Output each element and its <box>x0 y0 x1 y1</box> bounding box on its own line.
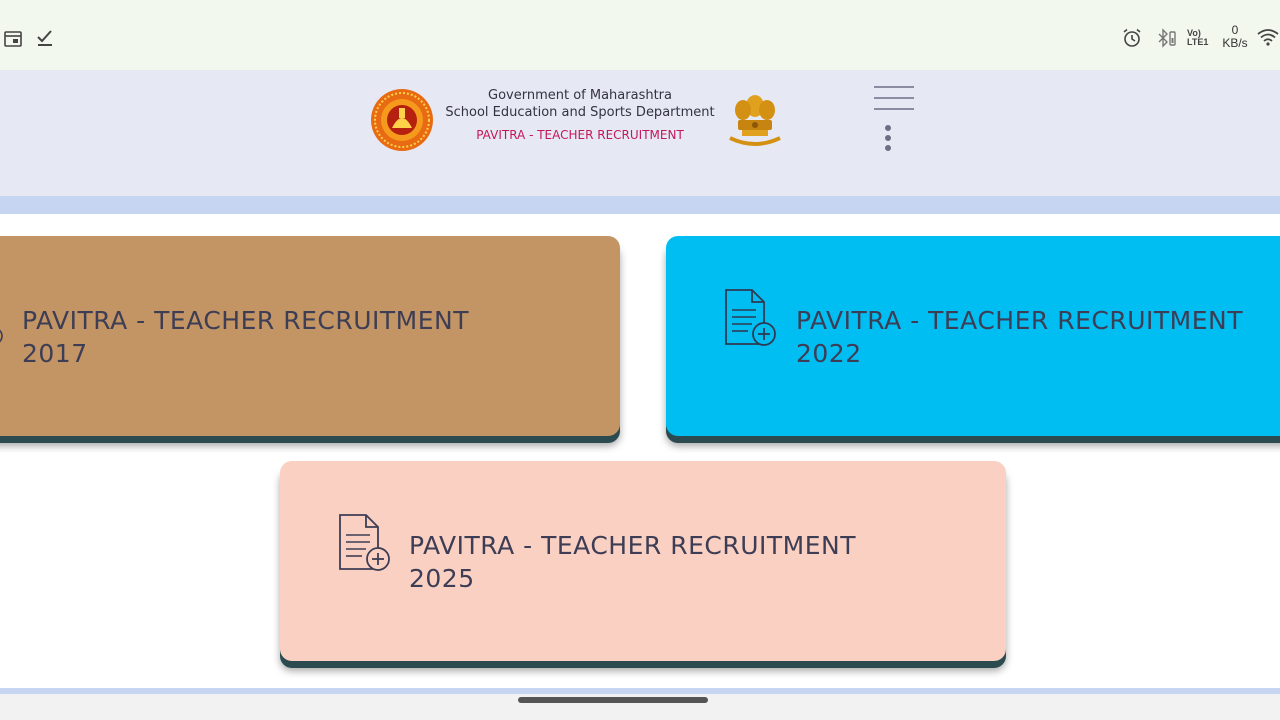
ashoka-emblem-icon <box>729 95 781 146</box>
card-title: PAVITRA - TEACHER RECRUITMENT 2017 <box>22 304 469 370</box>
recruitment-card-2022[interactable]: PAVITRA - TEACHER RECRUITMENT 2022 <box>666 236 1280 436</box>
document-add-icon <box>339 514 390 571</box>
app-header: Government of Maharashtra School Educati… <box>0 70 1280 196</box>
hamburger-menu-button[interactable] <box>874 84 914 112</box>
document-add-icon <box>725 289 776 346</box>
card-year: 2022 <box>796 339 862 368</box>
header-title-block: Government of Maharashtra School Educati… <box>440 87 720 144</box>
header-divider <box>0 196 1280 214</box>
card-title: PAVITRA - TEACHER RECRUITMENT 2025 <box>409 529 856 595</box>
bluetooth-icon <box>1158 28 1176 48</box>
card-title: PAVITRA - TEACHER RECRUITMENT 2022 <box>796 304 1243 370</box>
calendar-icon <box>4 31 22 47</box>
volte-icon: Vo) LTE1 <box>1187 28 1209 47</box>
home-indicator[interactable] <box>518 697 708 703</box>
status-bar: Vo) LTE1 0 KB/s <box>0 0 1280 70</box>
network-speed: 0 KB/s <box>1220 24 1250 50</box>
header-portal-name[interactable]: PAVITRA - TEACHER RECRUITMENT <box>440 127 720 144</box>
maharashtra-seal-icon[interactable] <box>370 88 434 152</box>
card-year: 2017 <box>22 339 88 368</box>
recruitment-card-2025[interactable]: PAVITRA - TEACHER RECRUITMENT 2025 <box>280 461 1006 661</box>
card-year: 2025 <box>409 564 475 593</box>
wifi-icon <box>1257 29 1279 46</box>
document-add-icon <box>0 329 3 343</box>
more-options-button[interactable] <box>882 124 894 154</box>
card-title-text: PAVITRA - TEACHER RECRUITMENT <box>796 306 1243 335</box>
card-title-text: PAVITRA - TEACHER RECRUITMENT <box>22 306 469 335</box>
header-government-name: Government of Maharashtra <box>488 88 672 103</box>
alarm-icon <box>1123 28 1141 47</box>
network-speed-unit: KB/s <box>1222 36 1248 50</box>
header-department-name: School Education and Sports Department <box>445 105 715 120</box>
card-title-text: PAVITRA - TEACHER RECRUITMENT <box>409 531 856 560</box>
recruitment-card-2017[interactable]: PAVITRA - TEACHER RECRUITMENT 2017 <box>0 236 620 436</box>
checkmark-icon <box>37 30 52 46</box>
